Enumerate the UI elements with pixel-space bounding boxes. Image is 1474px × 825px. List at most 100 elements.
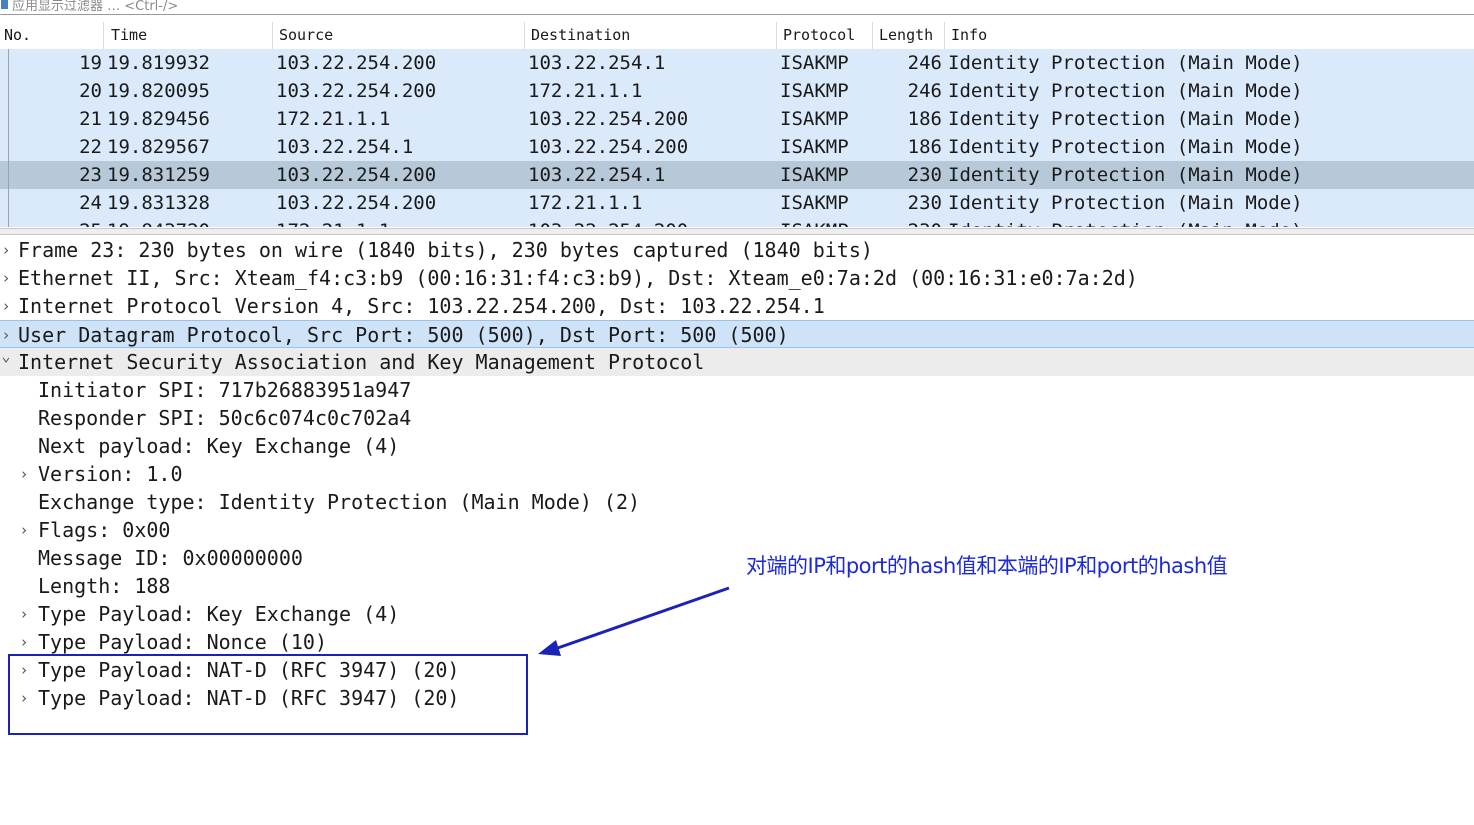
detail-tree-label: Internet Protocol Version 4, Src: 103.22… [18, 294, 825, 318]
packet-row[interactable]: 25 19.843720 172.21.1.1 103.22.254.200 ISAKM… [0, 217, 1474, 227]
detail-tree-item[interactable]: Next payload: Key Exchange (4) [0, 432, 1474, 460]
packet-row[interactable]: 19 19.819932 103.22.254.200 103.22.254.1 ISA… [0, 49, 1474, 77]
column-header-protocol[interactable]: Protocol [777, 22, 873, 49]
detail-tree-item[interactable]: Length: 188 [0, 572, 1474, 600]
detail-tree-item[interactable]: Responder SPI: 50c6c074c0c702a4 [0, 404, 1474, 432]
packet-no: 20 [79, 80, 102, 102]
packet-list-header: No. Time Source Destination Protocol Len… [0, 22, 1474, 50]
chevron-right-icon[interactable]: › [0, 292, 12, 320]
display-filter-input[interactable]: 应用显示过滤器 … <Ctrl-/> [12, 0, 178, 14]
detail-tree-label: User Datagram Protocol, Src Port: 500 (5… [18, 323, 789, 347]
detail-tree-label: Type Payload: Nonce (10) [38, 630, 327, 654]
chevron-right-icon[interactable]: › [18, 600, 30, 628]
chevron-right-icon[interactable]: › [0, 264, 12, 292]
packet-info: Identity Protection (Main Mode) [948, 164, 1303, 186]
detail-tree-item[interactable]: Exchange type: Identity Protection (Main… [0, 488, 1474, 516]
packet-length: 186 [907, 108, 942, 130]
packet-no: 22 [79, 136, 102, 158]
packet-destination: 172.21.1.1 [528, 80, 643, 102]
display-filter-bar[interactable]: 应用显示过滤器 … <Ctrl-/> [0, 0, 1474, 15]
packet-list[interactable]: 19 19.819932 103.22.254.200 103.22.254.1 ISA… [0, 49, 1474, 227]
detail-tree-item[interactable]: › Type Payload: Nonce (10) [0, 628, 1474, 656]
packet-length: 246 [907, 52, 942, 74]
detail-tree-item[interactable]: › Ethernet II, Src: Xteam_f4:c3:b9 (00:16… [0, 264, 1474, 292]
packet-protocol: ISAKMP [780, 192, 849, 214]
packet-no: 24 [79, 192, 102, 214]
packet-time: 19.819932 [107, 52, 210, 74]
detail-tree-item[interactable]: Initiator SPI: 717b26883951a947 [0, 376, 1474, 404]
detail-tree-item[interactable]: ⌄ Internet Security Association and Key M… [0, 347, 1474, 376]
packet-protocol: ISAKMP [780, 217, 849, 227]
detail-tree-label: Internet Security Association and Key Ma… [18, 350, 705, 374]
packet-source: 103.22.254.200 [276, 52, 437, 74]
packet-destination: 103.22.254.200 [528, 136, 689, 158]
packet-row[interactable]: 20 19.820095 103.22.254.200 172.21.1.1 ISAKM… [0, 77, 1474, 105]
column-header-info[interactable]: Info [945, 22, 1474, 49]
chevron-right-icon[interactable]: › [18, 516, 30, 544]
chevron-right-icon[interactable]: › [18, 460, 30, 488]
detail-tree-item[interactable]: › Internet Protocol Version 4, Src: 103.2… [0, 292, 1474, 320]
packet-no: 19 [79, 52, 102, 74]
packet-length: 230 [907, 164, 942, 186]
packet-no: 23 [79, 164, 102, 186]
packet-protocol: ISAKMP [780, 136, 849, 158]
annotation-text: 对端的IP和port的hash值和本端的IP和port的hash值 [746, 554, 1228, 578]
detail-tree-label: Exchange type: Identity Protection (Main… [38, 490, 641, 514]
detail-tree-item[interactable]: › Frame 23: 230 bytes on wire (1840 bits)… [0, 236, 1474, 264]
packet-row[interactable]: 24 19.831328 103.22.254.200 172.21.1.1 ISAKM… [0, 189, 1474, 217]
packet-info: Identity Protection (Main Mode) [948, 217, 1303, 227]
packet-row[interactable]: 23 19.831259 103.22.254.200 103.22.254.1 ISA… [0, 161, 1474, 189]
packet-source: 103.22.254.200 [276, 164, 437, 186]
packet-row[interactable]: 22 19.829567 103.22.254.1 103.22.254.200 ISA… [0, 133, 1474, 161]
detail-tree-label: Frame 23: 230 bytes on wire (1840 bits),… [18, 238, 873, 262]
packet-source: 103.22.254.200 [276, 192, 437, 214]
packet-info: Identity Protection (Main Mode) [948, 192, 1303, 214]
detail-tree-label: Flags: 0x00 [38, 518, 171, 542]
packet-info: Identity Protection (Main Mode) [948, 52, 1303, 74]
detail-tree-item[interactable]: › User Datagram Protocol, Src Port: 500 (… [0, 320, 1474, 348]
detail-tree-label: Version: 1.0 [38, 462, 183, 486]
pane-splitter[interactable] [0, 228, 1474, 235]
packet-destination: 103.22.254.1 [528, 164, 666, 186]
packet-source: 103.22.254.200 [276, 80, 437, 102]
packet-row[interactable]: 21 19.829456 172.21.1.1 103.22.254.200 ISAKM… [0, 105, 1474, 133]
packet-length: 230 [907, 192, 942, 214]
chevron-right-icon[interactable]: › [18, 628, 30, 656]
packet-length: 246 [907, 80, 942, 102]
packet-time: 19.829456 [107, 108, 210, 130]
packet-time: 19.831259 [107, 164, 210, 186]
detail-tree-label: Type Payload: Key Exchange (4) [38, 602, 400, 626]
nat-d-highlight-box [8, 654, 528, 735]
packet-time: 19.820095 [107, 80, 210, 102]
detail-tree-item[interactable]: Message ID: 0x00000000 [0, 544, 1474, 572]
packet-info: Identity Protection (Main Mode) [948, 136, 1303, 158]
detail-tree-item[interactable]: › Flags: 0x00 [0, 516, 1474, 544]
detail-tree-item[interactable]: › Type Payload: Key Exchange (4) [0, 600, 1474, 628]
column-header-no[interactable]: No. [0, 22, 104, 49]
packet-source: 103.22.254.1 [276, 136, 414, 158]
packet-destination: 103.22.254.200 [528, 108, 689, 130]
packet-length: 230 [876, 217, 942, 227]
detail-tree-label: Message ID: 0x00000000 [38, 546, 303, 570]
bookmark-icon[interactable] [1, 0, 8, 9]
packet-info: Identity Protection (Main Mode) [948, 80, 1303, 102]
packet-source: 172.21.1.1 [276, 217, 390, 227]
column-header-time[interactable]: Time [104, 22, 273, 49]
packet-info: Identity Protection (Main Mode) [948, 108, 1303, 130]
packet-no: 25 [0, 217, 102, 227]
column-header-source[interactable]: Source [273, 22, 525, 49]
chevron-down-icon[interactable]: ⌄ [0, 342, 12, 370]
column-header-length[interactable]: Length [873, 22, 945, 49]
packet-destination: 103.22.254.1 [528, 52, 666, 74]
packet-protocol: ISAKMP [780, 52, 849, 74]
packet-time: 19.843720 [107, 217, 210, 227]
packet-time: 19.829567 [107, 136, 210, 158]
detail-tree-item[interactable]: › Version: 1.0 [0, 460, 1474, 488]
packet-protocol: ISAKMP [780, 108, 849, 130]
column-header-destination[interactable]: Destination [525, 22, 777, 49]
detail-tree-label: Ethernet II, Src: Xteam_f4:c3:b9 (00:16:… [18, 266, 1138, 290]
detail-tree-label: Next payload: Key Exchange (4) [38, 434, 400, 458]
packet-time: 19.831328 [107, 192, 210, 214]
packet-length: 186 [907, 136, 942, 158]
chevron-right-icon[interactable]: › [0, 236, 12, 264]
